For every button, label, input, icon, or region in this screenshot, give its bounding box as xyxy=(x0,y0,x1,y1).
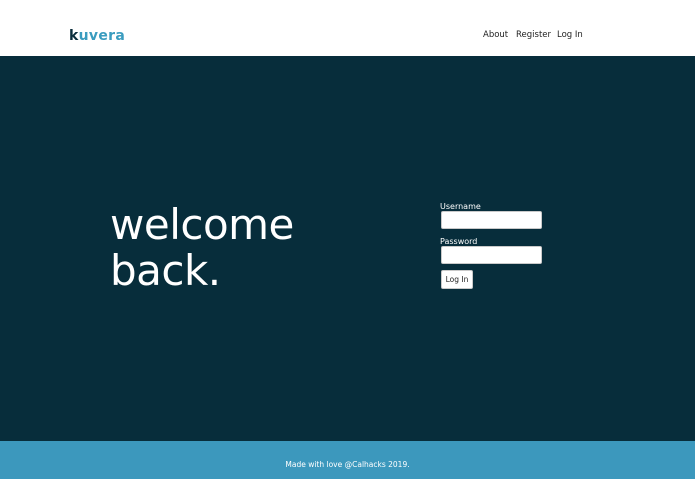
welcome-headline: welcome back. xyxy=(110,202,294,294)
username-input[interactable] xyxy=(441,211,542,229)
top-navbar: kuvera About Register Log In xyxy=(0,0,695,56)
kuvera-logo[interactable]: kuvera xyxy=(69,26,125,46)
login-submit-button[interactable]: Log In xyxy=(441,270,473,289)
nav-link-login[interactable]: Log In xyxy=(557,28,583,42)
logo-rest: uvera xyxy=(78,28,126,44)
footer: Made with love @Calhacks 2019. xyxy=(0,441,695,479)
page-bottom-margin xyxy=(0,479,695,494)
footer-credit-text: Made with love @Calhacks 2019. xyxy=(285,460,410,469)
welcome-headline-line1: welcome xyxy=(110,200,294,249)
logo-first-letter: k xyxy=(69,28,79,44)
welcome-headline-line2: back. xyxy=(110,246,221,295)
nav-link-about[interactable]: About xyxy=(483,28,508,42)
hero-section: welcome back. Username Password Log In xyxy=(0,56,695,441)
nav-link-register[interactable]: Register xyxy=(516,28,551,42)
password-input[interactable] xyxy=(441,246,542,264)
